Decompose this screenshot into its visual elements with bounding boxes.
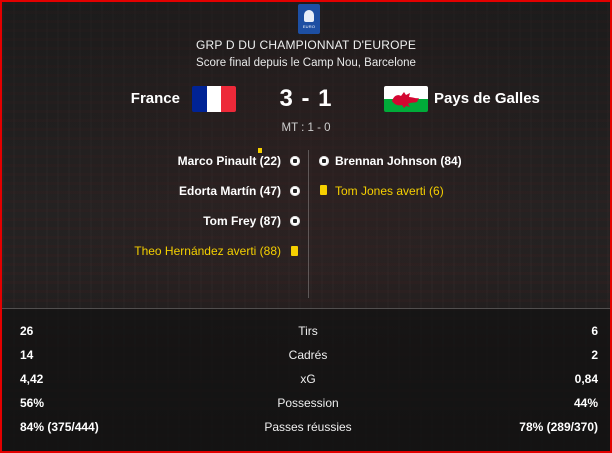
stat-away-possession: 44% bbox=[573, 396, 598, 410]
stat-label-possession: Possession bbox=[277, 396, 339, 410]
stat-label-xg: xG bbox=[300, 372, 316, 386]
home-event-goal[interactable]: Marco Pinault (22) bbox=[178, 154, 281, 168]
home-event-goal[interactable]: Tom Frey (87) bbox=[203, 214, 281, 228]
wales-flag-icon bbox=[384, 86, 428, 112]
home-event-goal[interactable]: Edorta Martín (47) bbox=[179, 184, 281, 198]
yellow-card-icon bbox=[291, 246, 298, 256]
match-result-screen: EURO GRP D DU CHAMPIONNAT D'EUROPE Score… bbox=[0, 0, 612, 453]
stat-label-on-target: Cadrés bbox=[288, 348, 328, 362]
events-divider bbox=[308, 150, 309, 298]
goal-ball-icon bbox=[290, 216, 300, 226]
venue-text: Score final depuis le Camp Nou, Barcelon… bbox=[196, 57, 416, 69]
away-team-name[interactable]: Pays de Galles bbox=[434, 90, 540, 107]
stat-away-passes: 78% (289/370) bbox=[519, 420, 598, 434]
away-event-goal[interactable]: Brennan Johnson (84) bbox=[335, 154, 462, 168]
stat-away-xg: 0,84 bbox=[574, 372, 598, 386]
competition-title: GRP D DU CHAMPIONNAT D'EUROPE bbox=[195, 38, 417, 52]
goal-ball-icon bbox=[290, 186, 300, 196]
stat-away-on-target: 2 bbox=[591, 348, 598, 362]
yellow-card-icon bbox=[320, 185, 327, 195]
home-event-yellow-card[interactable]: Theo Hernández averti (88) bbox=[134, 244, 281, 258]
stat-away-shots: 6 bbox=[591, 324, 598, 338]
euro-trophy-icon: EURO bbox=[298, 4, 320, 34]
goal-ball-icon bbox=[290, 156, 300, 166]
away-event-yellow-card[interactable]: Tom Jones averti (6) bbox=[335, 184, 444, 198]
halftime-score: MT : 1 - 0 bbox=[281, 122, 331, 134]
goal-ball-icon bbox=[319, 156, 329, 166]
stat-label-shots: Tirs bbox=[298, 324, 318, 338]
yellow-card-marker-icon bbox=[258, 148, 262, 153]
